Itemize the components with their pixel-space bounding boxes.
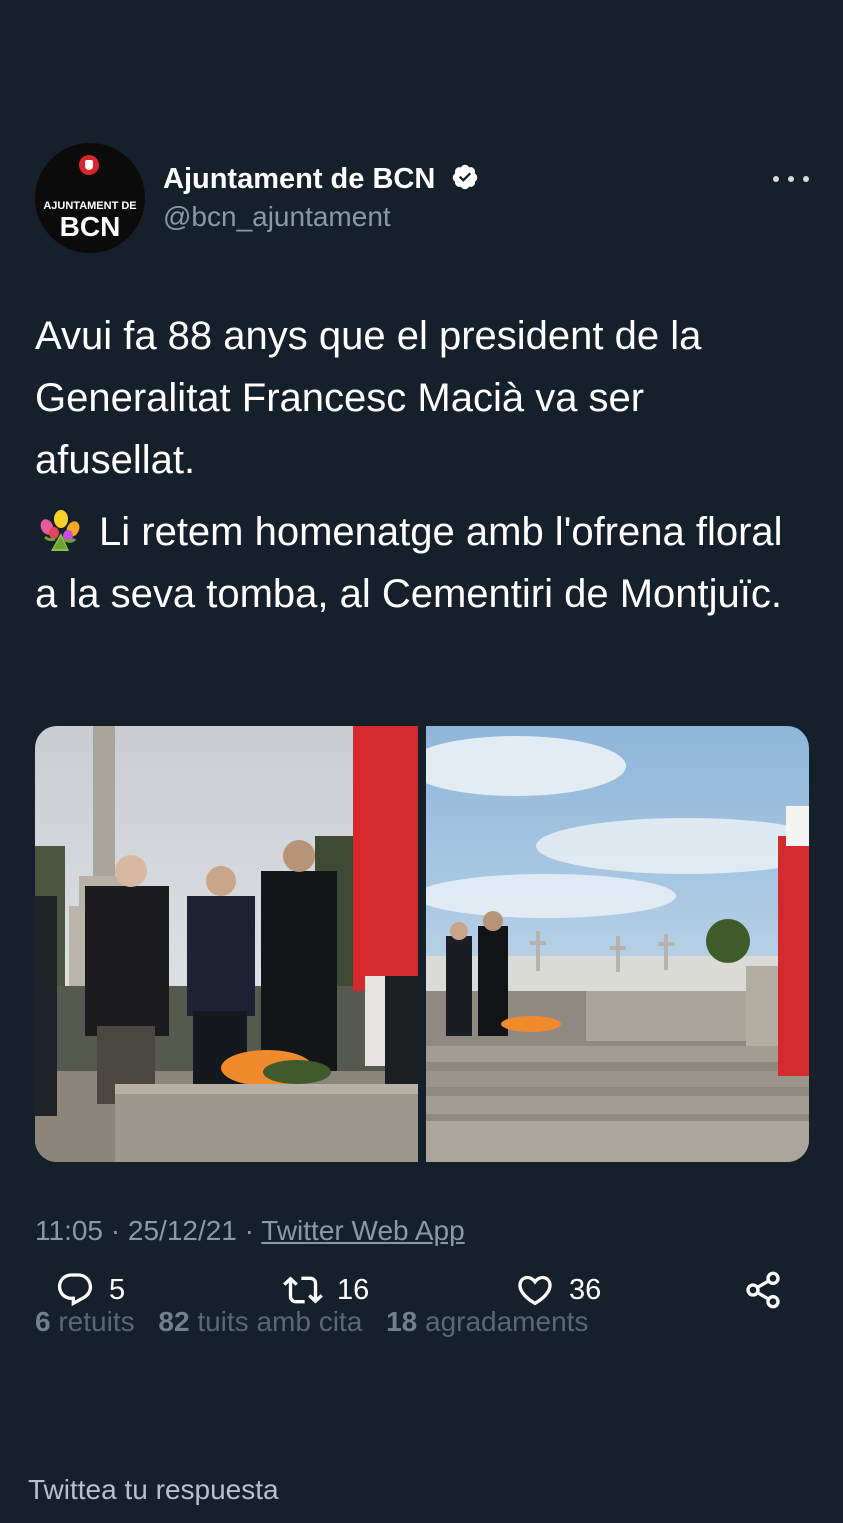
reply-input[interactable] (28, 1470, 808, 1510)
tweet-text: Avui fa 88 anys que el president de la G… (35, 305, 815, 625)
avatar[interactable]: AJUNTAMENT DE BCN (35, 143, 145, 253)
media-grid (35, 726, 809, 1162)
tweet-metadata: 11:05 · 25/12/21 · Twitter Web App (35, 1215, 465, 1247)
likes-stat-count[interactable]: 18 (386, 1306, 417, 1337)
reply-icon (57, 1273, 93, 1307)
engagement-stats: 6 retuits 82 tuits amb cita 18 agradamen… (35, 1306, 588, 1338)
retweet-count: 16 (337, 1273, 370, 1306)
like-icon (518, 1275, 552, 1306)
tweet-header: AJUNTAMENT DE BCN Ajuntament de BCN @bcn… (35, 143, 810, 253)
likes-stat-label[interactable]: agradaments (425, 1306, 588, 1337)
more-options-icon[interactable] (773, 171, 809, 187)
share-icon (746, 1271, 780, 1309)
user-handle[interactable]: @bcn_ajuntament (163, 201, 391, 233)
tweet-source-link[interactable]: Twitter Web App (261, 1215, 464, 1246)
tweet-paragraph-text: Li retem homenatge amb l'ofrena floral a… (35, 510, 783, 616)
retweets-stat-count[interactable]: 6 (35, 1306, 51, 1337)
photo-cemetery-wide-view (426, 726, 809, 1162)
bouquet-icon (40, 510, 80, 551)
like-count: 36 (569, 1273, 602, 1306)
display-name-row[interactable]: Ajuntament de BCN (163, 163, 479, 196)
tweet-paragraph: Avui fa 88 anys que el president de la G… (35, 314, 702, 482)
meta-separator: · (110, 1215, 121, 1246)
tweet-time: 11:05 (35, 1215, 103, 1246)
retweet-icon (283, 1276, 323, 1304)
quotes-stat-label[interactable]: tuits amb cita (197, 1306, 362, 1337)
tweet-photo[interactable] (426, 726, 809, 1162)
meta-separator: · (244, 1215, 254, 1246)
photo-officials-at-tomb (35, 726, 418, 1162)
retweets-stat-label[interactable]: retuits (58, 1306, 134, 1337)
tweet-photo[interactable] (35, 726, 418, 1162)
avatar-text-bottom: BCN (59, 211, 121, 242)
share-button[interactable] (743, 1268, 797, 1312)
verified-badge-icon (453, 164, 478, 190)
display-name[interactable]: Ajuntament de BCN (163, 163, 435, 195)
quotes-stat-count[interactable]: 82 (158, 1306, 189, 1337)
barcelona-seal-icon (79, 155, 99, 175)
tweet-date: 25/12/21 (127, 1215, 237, 1246)
tweet-paragraph: Li retem homenatge amb l'ofrena floral a… (35, 501, 815, 625)
reply-count: 5 (109, 1273, 126, 1306)
